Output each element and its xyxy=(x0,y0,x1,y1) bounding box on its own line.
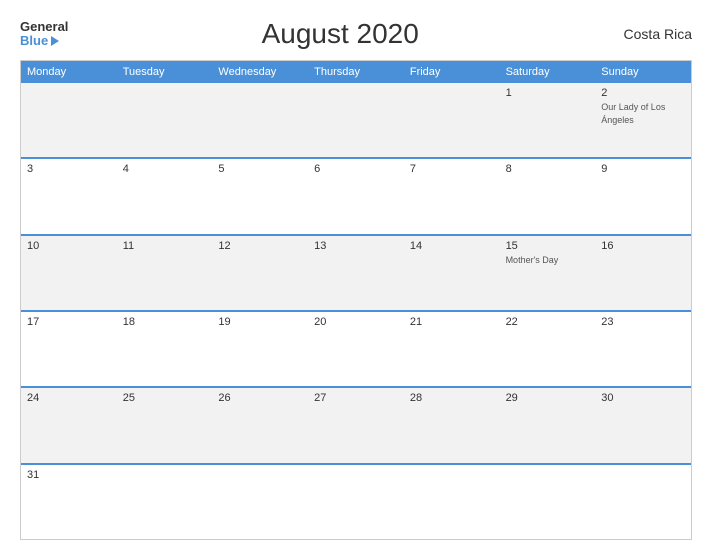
calendar-cell: 30 xyxy=(595,388,691,462)
calendar-cell: 4 xyxy=(117,159,213,233)
calendar-cell: 5 xyxy=(212,159,308,233)
day-number: 23 xyxy=(601,316,685,328)
day-number: 11 xyxy=(123,240,207,252)
day-event: Our Lady of Los Ángeles xyxy=(601,102,665,125)
calendar-cell: 23 xyxy=(595,312,691,386)
day-number: 25 xyxy=(123,392,207,404)
day-number: 1 xyxy=(506,87,590,99)
calendar-row: 3456789 xyxy=(21,157,691,233)
cal-header-day: Sunday xyxy=(595,61,691,83)
day-number: 17 xyxy=(27,316,111,328)
calendar-cell: 19 xyxy=(212,312,308,386)
calendar-cell xyxy=(404,83,500,157)
logo-triangle-icon xyxy=(51,36,59,46)
calendar-cell: 13 xyxy=(308,236,404,310)
calendar-cell xyxy=(308,83,404,157)
day-number: 18 xyxy=(123,316,207,328)
calendar: MondayTuesdayWednesdayThursdayFridaySatu… xyxy=(20,60,692,540)
day-number: 21 xyxy=(410,316,494,328)
calendar-cell: 17 xyxy=(21,312,117,386)
day-number: 27 xyxy=(314,392,398,404)
calendar-cell: 11 xyxy=(117,236,213,310)
calendar-title: August 2020 xyxy=(68,18,612,50)
cal-header-day: Monday xyxy=(21,61,117,83)
day-number: 16 xyxy=(601,240,685,252)
calendar-cell xyxy=(308,465,404,539)
logo: General Blue xyxy=(20,20,68,49)
cal-header-day: Saturday xyxy=(500,61,596,83)
calendar-header: MondayTuesdayWednesdayThursdayFridaySatu… xyxy=(21,61,691,83)
day-number: 2 xyxy=(601,87,685,99)
day-number: 9 xyxy=(601,163,685,175)
day-number: 24 xyxy=(27,392,111,404)
calendar-cell: 8 xyxy=(500,159,596,233)
day-number: 20 xyxy=(314,316,398,328)
calendar-cell: 20 xyxy=(308,312,404,386)
calendar-cell xyxy=(117,465,213,539)
calendar-cell: 15 Mother's Day xyxy=(500,236,596,310)
calendar-cell: 9 xyxy=(595,159,691,233)
cal-header-day: Wednesday xyxy=(212,61,308,83)
calendar-row: 31 xyxy=(21,463,691,539)
day-number: 12 xyxy=(218,240,302,252)
calendar-cell: 31 xyxy=(21,465,117,539)
cal-header-day: Tuesday xyxy=(117,61,213,83)
calendar-cell: 28 xyxy=(404,388,500,462)
calendar-cell: 1 xyxy=(500,83,596,157)
calendar-cell xyxy=(500,465,596,539)
day-number: 15 xyxy=(506,240,590,252)
day-number: 22 xyxy=(506,316,590,328)
logo-blue-text: Blue xyxy=(20,34,59,48)
day-number: 19 xyxy=(218,316,302,328)
day-number: 26 xyxy=(218,392,302,404)
calendar-row: 24 25 26 27 28 29 30 xyxy=(21,386,691,462)
calendar-cell: 6 xyxy=(308,159,404,233)
calendar-cell: 21 xyxy=(404,312,500,386)
day-number: 10 xyxy=(27,240,111,252)
day-number: 13 xyxy=(314,240,398,252)
calendar-cell: 24 xyxy=(21,388,117,462)
header: General Blue August 2020 Costa Rica xyxy=(20,18,692,50)
calendar-cell: 18 xyxy=(117,312,213,386)
calendar-cell xyxy=(595,465,691,539)
day-number: 14 xyxy=(410,240,494,252)
calendar-cell xyxy=(212,83,308,157)
calendar-cell xyxy=(117,83,213,157)
day-number: 7 xyxy=(410,163,494,175)
calendar-cell xyxy=(212,465,308,539)
calendar-cell: 29 xyxy=(500,388,596,462)
calendar-cell: 10 xyxy=(21,236,117,310)
calendar-cell: 2 Our Lady of Los Ángeles xyxy=(595,83,691,157)
page: General Blue August 2020 Costa Rica Mond… xyxy=(0,0,712,550)
calendar-cell: 14 xyxy=(404,236,500,310)
calendar-cell: 3 xyxy=(21,159,117,233)
day-number: 6 xyxy=(314,163,398,175)
calendar-cell: 27 xyxy=(308,388,404,462)
day-event: Mother's Day xyxy=(506,255,559,265)
logo-general-text: General xyxy=(20,20,68,34)
day-number: 29 xyxy=(506,392,590,404)
calendar-row: 12 Our Lady of Los Ángeles xyxy=(21,83,691,157)
country-label: Costa Rica xyxy=(612,26,692,42)
calendar-row: 17 18 19 20 21 22 23 xyxy=(21,310,691,386)
calendar-cell xyxy=(21,83,117,157)
calendar-cell: 26 xyxy=(212,388,308,462)
cal-header-day: Friday xyxy=(404,61,500,83)
day-number: 3 xyxy=(27,163,111,175)
calendar-row: 10 11 12 13 14 15 Mother's Day 16 xyxy=(21,234,691,310)
day-number: 30 xyxy=(601,392,685,404)
calendar-cell: 16 xyxy=(595,236,691,310)
calendar-cell: 25 xyxy=(117,388,213,462)
calendar-cell: 7 xyxy=(404,159,500,233)
cal-header-day: Thursday xyxy=(308,61,404,83)
day-number: 8 xyxy=(506,163,590,175)
day-number: 4 xyxy=(123,163,207,175)
day-number: 31 xyxy=(27,469,111,481)
calendar-cell: 22 xyxy=(500,312,596,386)
day-number: 28 xyxy=(410,392,494,404)
day-number: 5 xyxy=(218,163,302,175)
calendar-cell: 12 xyxy=(212,236,308,310)
calendar-body: 12Our Lady of Los Ángeles345678910111213… xyxy=(21,83,691,539)
calendar-cell xyxy=(404,465,500,539)
